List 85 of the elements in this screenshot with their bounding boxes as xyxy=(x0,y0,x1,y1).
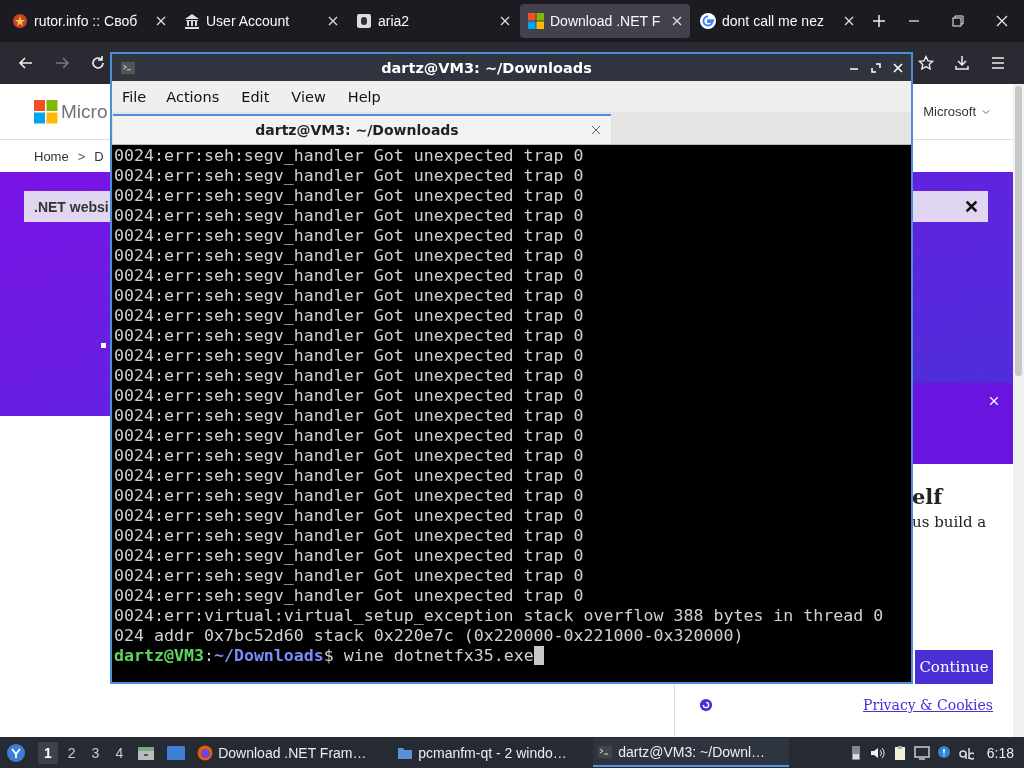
brand-name: Micro xyxy=(61,100,108,123)
window-title: dartz@VM3: ~/Downloads xyxy=(380,59,593,76)
output-line: 0024:err:seh:segv_handler Got unexpected trap 0 xyxy=(114,566,585,586)
bookmark-star-icon[interactable] xyxy=(918,55,934,71)
output-line: 0024:err:seh:segv_handler Got unexpected trap 0 xyxy=(114,246,585,266)
restore-icon[interactable] xyxy=(952,15,964,27)
browser-tab[interactable]: Download .NET F xyxy=(520,4,690,38)
new-tab-icon[interactable] xyxy=(872,14,886,28)
taskbar-window-button[interactable]: Download .NET Fram… xyxy=(193,738,390,767)
notification-icon[interactable] xyxy=(935,744,952,761)
menu-item[interactable]: Edit xyxy=(241,88,280,105)
output-line: 0024:err:seh:segv_handler Got unexpected trap 0 xyxy=(114,466,585,486)
firefox-icon xyxy=(197,744,214,761)
breadcrumb-separator: > xyxy=(77,148,86,164)
close-icon[interactable] xyxy=(965,200,978,213)
reload-icon[interactable] xyxy=(90,55,106,71)
output-line: 024 addr 0x7bc52d60 stack 0x220e7c (0x220000-0x221000-0x320000) xyxy=(114,626,745,646)
browser-tab[interactable]: aria2 xyxy=(348,4,518,38)
workspace-button[interactable]: 1 xyxy=(38,741,58,764)
taskbar-window-button[interactable]: pcmanfm-qt - 2 windo… xyxy=(393,738,590,767)
breadcrumb-link[interactable]: Home xyxy=(34,148,69,164)
google-icon xyxy=(700,13,716,29)
browser-tab[interactable]: rutor.info :: Своб xyxy=(4,4,174,38)
output-line: 0024:err:seh:segv_handler Got unexpected trap 0 xyxy=(114,286,585,306)
text-cursor xyxy=(533,646,544,665)
menu-item[interactable]: Help xyxy=(347,88,391,105)
menu-item[interactable]: Actions xyxy=(166,88,230,105)
browser-tab[interactable]: User Account xyxy=(176,4,346,38)
windows-logo-icon xyxy=(34,99,58,124)
menu-item[interactable]: View xyxy=(291,88,336,105)
output-line: 0024:err:seh:segv_handler Got unexpected trap 0 xyxy=(114,186,585,206)
taskbar-window-button[interactable]: dartz@VM3: ~/Downl… xyxy=(593,738,790,767)
app-icon xyxy=(356,13,372,29)
bank-icon xyxy=(184,13,200,29)
terminal-icon xyxy=(597,743,614,760)
workspace-button[interactable]: 2 xyxy=(61,741,82,764)
notice-text: .NET websi xyxy=(34,198,109,215)
output-line: 0024:err:seh:segv_handler Got unexpected trap 0 xyxy=(114,506,585,526)
browser-tab[interactable]: dont call me nez xyxy=(692,4,862,38)
back-icon[interactable] xyxy=(18,55,34,71)
prompt-separator: : xyxy=(203,646,214,665)
output-line: 0024:err:seh:segv_handler Got unexpected trap 0 xyxy=(114,546,585,566)
output-line: 0024:err:seh:segv_handler Got unexpected trap 0 xyxy=(114,306,585,326)
output-line: 0024:err:seh:segv_handler Got unexpected trap 0 xyxy=(114,386,585,406)
menu-icon[interactable] xyxy=(990,55,1006,71)
download-icon[interactable] xyxy=(954,55,970,71)
terminal-tab[interactable]: dartz@VM3: ~/Downloads xyxy=(113,114,611,144)
clock: 6:18 xyxy=(986,744,1014,761)
network-icon[interactable] xyxy=(913,744,930,761)
scrollbar[interactable] xyxy=(1013,84,1024,737)
workspace-button[interactable]: 3 xyxy=(85,741,106,764)
output-line: 0024:err:seh:segv_handler Got unexpected trap 0 xyxy=(114,446,585,466)
output-line: 0024:err:seh:segv_handler Got unexpected trap 0 xyxy=(114,426,585,446)
maximize-icon[interactable] xyxy=(871,62,881,73)
dialog-heading: elf xyxy=(912,484,945,509)
output-line: 0024:err:seh:segv_handler Got unexpected trap 0 xyxy=(114,146,585,166)
prompt-user: dartz@VM3 xyxy=(114,646,204,665)
privacy-link[interactable]: Privacy & Cookies xyxy=(863,697,993,713)
start-menu-icon[interactable] xyxy=(6,742,26,763)
output-line: 0024:err:seh:segv_handler Got unexpected trap 0 xyxy=(114,526,585,546)
output-line: 0024:err:seh:segv_handler Got unexpected trap 0 xyxy=(114,266,585,286)
output-line: 0024:err:seh:segv_handler Got unexpected trap 0 xyxy=(114,206,585,226)
account-menu[interactable]: Microsoft xyxy=(923,104,990,119)
continue-button[interactable]: Continue xyxy=(915,650,993,684)
star-icon xyxy=(12,13,28,29)
prompt-path: ~/Downloads xyxy=(213,646,324,665)
output-line: 0024:err:seh:segv_handler Got unexpected trap 0 xyxy=(114,346,585,366)
command-text: $ wine dotnetfx35.exe xyxy=(323,646,534,665)
output-line: 0024:err:seh:segv_handler Got unexpected trap 0 xyxy=(114,406,585,426)
output-line: 0024:err:seh:segv_handler Got unexpected trap 0 xyxy=(114,326,585,346)
dialog-text: us build a xyxy=(912,513,988,531)
output-line: 0024:err:seh:segv_handler Got unexpected trap 0 xyxy=(114,486,585,506)
output-line: 0024:err:seh:segv_handler Got unexpected trap 0 xyxy=(114,226,585,246)
breadcrumb-link[interactable]: D xyxy=(94,148,104,164)
output-line: 0024:err:seh:segv_handler Got unexpected trap 0 xyxy=(114,586,585,606)
spinner-icon xyxy=(699,698,713,712)
terminal-icon xyxy=(120,60,136,75)
menu-item[interactable]: File xyxy=(122,88,157,105)
output-line: 0024:err:virtual:virtual_setup_exception stack overflow 388 bytes in thread 0 xyxy=(114,606,885,626)
windows-logo-icon xyxy=(528,13,544,29)
output-line: 0024:err:seh:segv_handler Got unexpected trap 0 xyxy=(114,166,585,186)
output-line: 0024:err:seh:segv_handler Got unexpected trap 0 xyxy=(114,366,585,386)
workspace-button[interactable]: 4 xyxy=(109,741,130,764)
chevron-icon xyxy=(982,108,990,115)
forward-icon[interactable] xyxy=(54,55,70,71)
